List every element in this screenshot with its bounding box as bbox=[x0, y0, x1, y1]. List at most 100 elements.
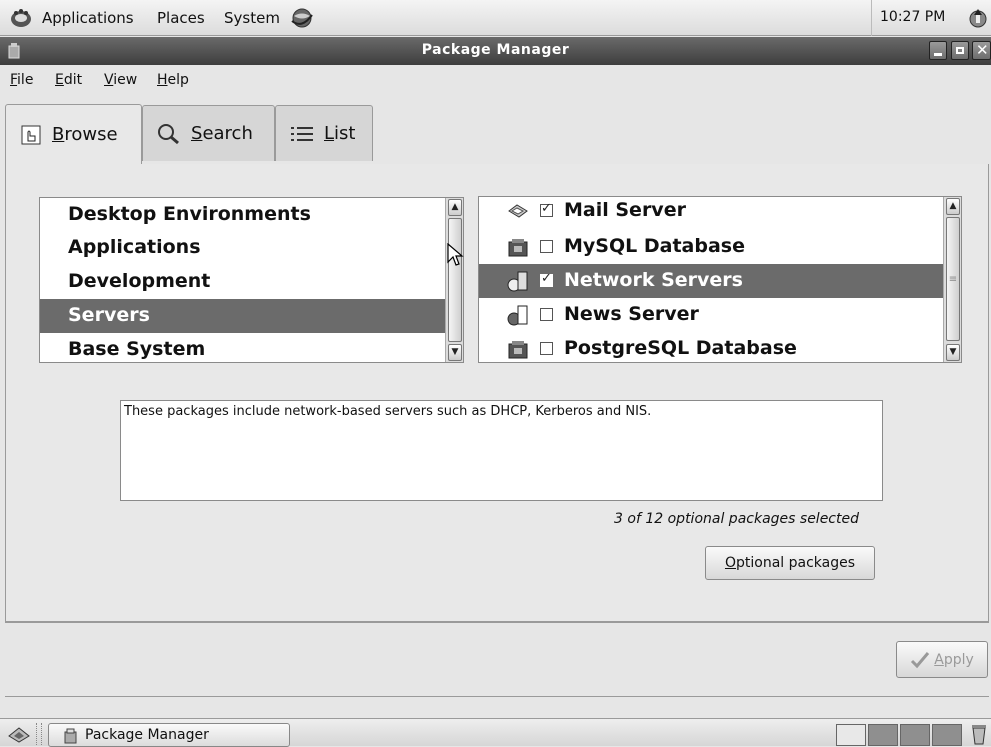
places-menu[interactable]: Places bbox=[157, 9, 205, 27]
mouse-cursor-icon bbox=[447, 243, 464, 266]
apply-label: Apply bbox=[934, 652, 974, 668]
package-manager-icon bbox=[64, 728, 77, 744]
group-item-mysql-database[interactable]: MySQL Database bbox=[479, 230, 961, 264]
group-scrollbar[interactable]: ▲ ≡ ▼ bbox=[943, 197, 961, 362]
tab-search-label: Search bbox=[191, 123, 253, 144]
category-item-desktop-environments[interactable]: Desktop Environments bbox=[40, 198, 463, 232]
network-server-icon bbox=[507, 305, 528, 326]
tab-search-accel: S bbox=[191, 123, 203, 144]
category-item-applications[interactable]: Applications bbox=[40, 231, 463, 265]
menubar: File Edit View Help bbox=[0, 66, 991, 94]
menu-help-accel: H bbox=[157, 72, 168, 88]
menu-view-accel: V bbox=[104, 72, 114, 88]
workspace-2[interactable] bbox=[868, 724, 898, 746]
group-label: News Server bbox=[564, 303, 699, 325]
close-icon: ✕ bbox=[976, 41, 989, 59]
database-icon bbox=[508, 341, 528, 359]
group-checkbox[interactable] bbox=[540, 201, 553, 217]
menu-view-label: iew bbox=[113, 72, 138, 88]
group-checkbox[interactable] bbox=[540, 342, 553, 355]
scroll-thumb[interactable] bbox=[448, 218, 462, 342]
category-item-base-system[interactable]: Base System bbox=[40, 333, 463, 362]
apply-button[interactable]: Apply bbox=[896, 641, 988, 678]
web-browser-icon[interactable] bbox=[290, 7, 314, 29]
scroll-up-button[interactable]: ▲ bbox=[448, 199, 462, 216]
database-icon bbox=[508, 239, 528, 257]
tab-search-text: earch bbox=[202, 123, 253, 144]
menu-file[interactable]: File bbox=[10, 72, 33, 88]
bottom-panel: Package Manager bbox=[0, 718, 991, 747]
tab-list[interactable]: List bbox=[275, 105, 373, 161]
minimize-button[interactable] bbox=[929, 41, 947, 60]
applications-menu[interactable]: Applications bbox=[42, 9, 134, 27]
category-label: Base System bbox=[68, 338, 206, 360]
system-menu[interactable]: System bbox=[224, 9, 280, 27]
group-item-news-server[interactable]: News Server bbox=[479, 298, 961, 332]
show-desktop-icon[interactable] bbox=[6, 724, 32, 744]
group-label: Mail Server bbox=[564, 199, 686, 221]
update-notifier-icon[interactable] bbox=[968, 7, 988, 29]
group-item-network-servers[interactable]: Network Servers bbox=[479, 264, 961, 298]
group-description: These packages include network-based ser… bbox=[120, 400, 883, 501]
maximize-icon bbox=[956, 47, 964, 54]
workspace-4[interactable] bbox=[932, 724, 962, 746]
close-button[interactable]: ✕ bbox=[972, 41, 991, 60]
network-server-icon bbox=[507, 271, 528, 292]
tab-search[interactable]: Search bbox=[142, 105, 275, 161]
apply-text: pply bbox=[943, 651, 974, 668]
clock[interactable]: 10:27 PM bbox=[880, 9, 945, 25]
window-titlebar[interactable]: Package Manager ✕ bbox=[0, 37, 991, 65]
maximize-button[interactable] bbox=[951, 41, 969, 60]
menu-help-label: elp bbox=[167, 72, 189, 88]
window-title: Package Manager bbox=[421, 42, 570, 58]
arrow-up-icon: ▲ bbox=[949, 201, 957, 211]
taskbar-item-package-manager[interactable]: Package Manager bbox=[48, 723, 290, 747]
selected-count-label: 3 of 12 optional packages selected bbox=[614, 511, 859, 527]
arrow-down-icon: ▼ bbox=[949, 347, 957, 357]
menu-file-label: ile bbox=[17, 72, 34, 88]
menu-edit-accel: E bbox=[55, 72, 64, 88]
optional-packages-text: ptional packages bbox=[736, 555, 856, 571]
trash-icon[interactable] bbox=[970, 723, 988, 745]
optional-packages-button[interactable]: Optional packages bbox=[705, 546, 875, 580]
gnome-foot-icon[interactable] bbox=[10, 8, 32, 28]
tab-browse-accel: B bbox=[52, 124, 65, 145]
arrow-down-icon: ▼ bbox=[451, 347, 459, 357]
group-checkbox[interactable] bbox=[540, 308, 553, 321]
tab-list-text: ist bbox=[334, 123, 356, 144]
scroll-thumb[interactable]: ≡ bbox=[946, 217, 960, 341]
category-scrollbar[interactable]: ▲ ▼ bbox=[445, 198, 463, 362]
tab-browse-text: rowse bbox=[64, 124, 118, 145]
category-label: Applications bbox=[68, 236, 201, 258]
menu-edit[interactable]: Edit bbox=[55, 72, 82, 88]
menu-help[interactable]: Help bbox=[157, 72, 189, 88]
optional-packages-accel: O bbox=[724, 555, 736, 571]
group-item-mail-server[interactable]: Mail Server bbox=[479, 197, 961, 231]
category-item-development[interactable]: Development bbox=[40, 265, 463, 299]
package-group-list[interactable]: Mail Server MySQL Database Network Serve… bbox=[478, 196, 962, 363]
category-label: Servers bbox=[68, 304, 150, 326]
category-list[interactable]: Desktop Environments Applications Develo… bbox=[39, 197, 464, 363]
apply-accel: A bbox=[934, 651, 944, 668]
group-item-postgresql-database[interactable]: PostgreSQL Database bbox=[479, 332, 961, 362]
tab-list-label: List bbox=[324, 123, 355, 144]
panel-handle[interactable] bbox=[36, 723, 42, 745]
separator bbox=[5, 622, 989, 623]
scroll-down-button[interactable]: ▼ bbox=[946, 344, 960, 361]
taskbar-item-label: Package Manager bbox=[85, 727, 209, 743]
workspace-3[interactable] bbox=[900, 724, 930, 746]
workspace-1[interactable] bbox=[836, 724, 866, 746]
scroll-up-button[interactable]: ▲ bbox=[946, 198, 960, 215]
category-label: Desktop Environments bbox=[68, 203, 311, 225]
scroll-down-button[interactable]: ▼ bbox=[448, 344, 462, 361]
tab-browse[interactable]: Browse bbox=[5, 104, 142, 164]
menu-view[interactable]: View bbox=[104, 72, 137, 88]
arrow-up-icon: ▲ bbox=[451, 202, 459, 212]
category-item-servers[interactable]: Servers bbox=[40, 299, 463, 333]
tab-browse-label: Browse bbox=[52, 124, 118, 145]
status-separator bbox=[5, 696, 989, 697]
group-checkbox[interactable] bbox=[540, 240, 553, 253]
menu-file-accel: F bbox=[10, 72, 18, 88]
list-icon bbox=[291, 126, 313, 141]
group-checkbox[interactable] bbox=[540, 271, 553, 287]
